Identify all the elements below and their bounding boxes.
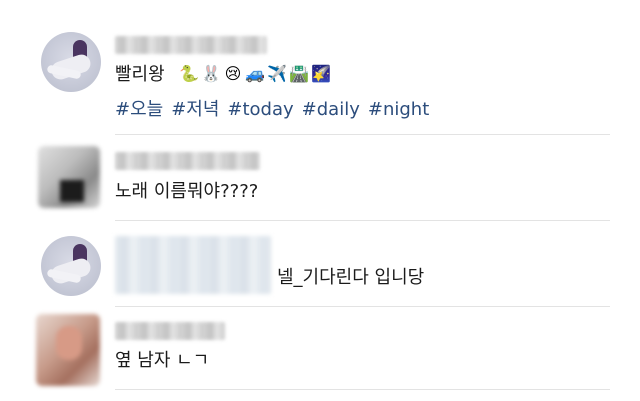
hashtag-link[interactable]: #daily: [302, 99, 360, 120]
snake-emoji-icon: 🐍: [179, 64, 199, 83]
hashtag-link[interactable]: #night: [368, 99, 429, 120]
avatar-dark-block: [60, 180, 84, 202]
airplane-emoji-icon: ✈️: [267, 64, 287, 83]
comment-text: 노래 이름뭐야????: [115, 181, 259, 202]
comment-text: 옆 남자 ㄴㄱ: [115, 350, 210, 371]
username-redacted[interactable]: [115, 322, 225, 340]
hashtag-list: #오늘 #저녁 #today #daily #night: [115, 98, 437, 122]
avatar-redacted[interactable]: [38, 146, 100, 208]
avatar-redacted[interactable]: [36, 314, 100, 386]
comment-text: 넬_기다린다 입니당: [277, 267, 425, 288]
hashtag-link[interactable]: #today: [227, 99, 293, 120]
comment-text: 빨리왕: [115, 64, 165, 85]
avatar-face: [56, 326, 82, 360]
rabbit-emoji-icon: 🐰: [201, 64, 221, 83]
username-redacted[interactable]: [115, 152, 260, 170]
shooting-star-emoji-icon: 🌠: [311, 64, 331, 83]
divider: [115, 306, 610, 307]
username-redacted[interactable]: [115, 36, 267, 54]
divider: [115, 389, 610, 390]
comment-thread: 빨리왕 🐍 🐰 😢 🚙 ✈️ 🛣️ 🌠 #오늘 #저녁 #today #daily #n…: [0, 0, 640, 401]
car-emoji-icon: 🚙: [245, 64, 265, 83]
divider: [115, 220, 610, 221]
highway-emoji-icon: 🛣️: [289, 64, 309, 83]
hashtag-link[interactable]: #오늘: [115, 99, 163, 120]
emoji-row: 🐍 🐰 😢 🚙 ✈️ 🛣️ 🌠: [179, 64, 331, 84]
mention-redacted[interactable]: [115, 236, 271, 294]
crying-face-emoji-icon: 😢: [224, 64, 242, 83]
divider: [115, 134, 610, 135]
hashtag-link[interactable]: #저녁: [171, 99, 219, 120]
avatar[interactable]: [41, 236, 101, 296]
avatar[interactable]: [41, 32, 101, 92]
